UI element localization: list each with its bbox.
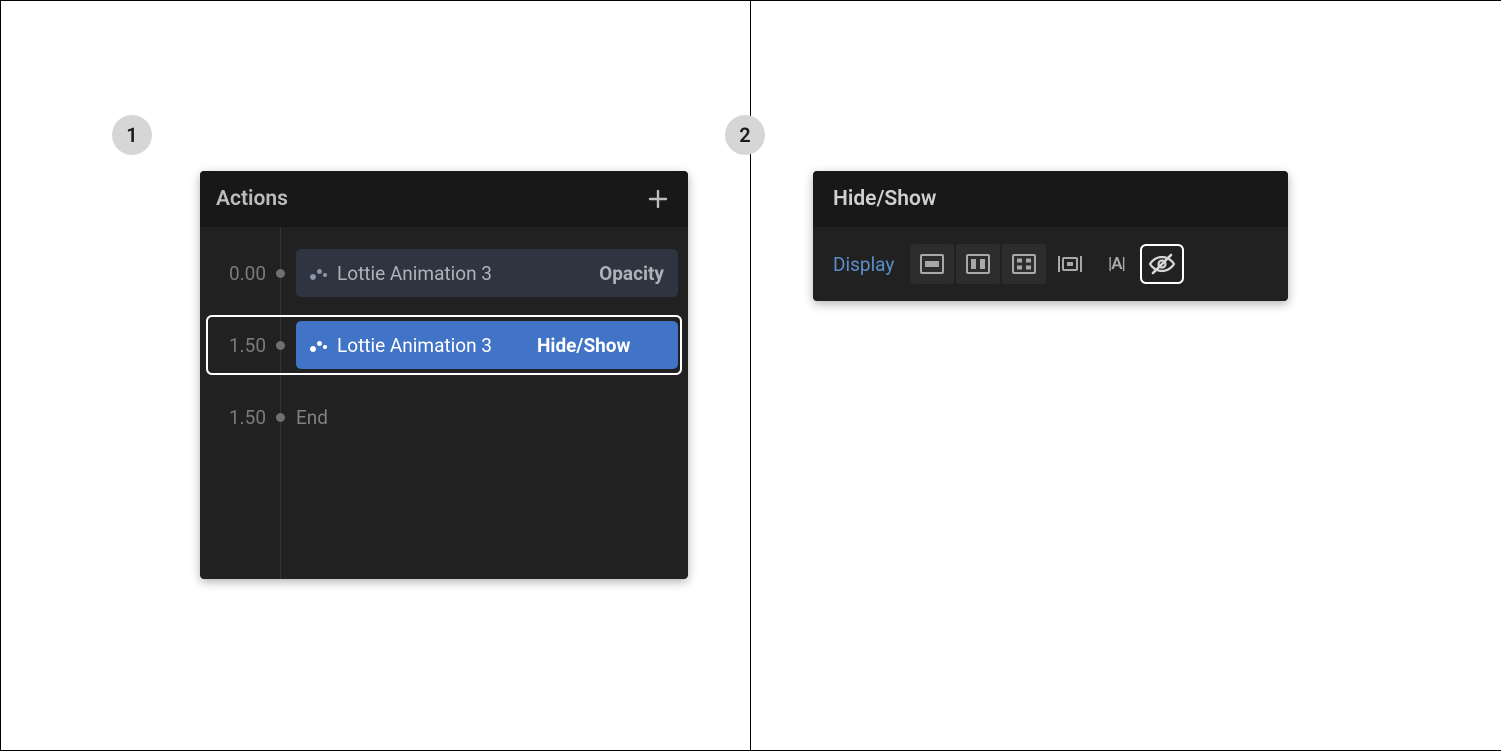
keyframe-dot[interactable] <box>276 341 285 350</box>
action-time: 1.50 <box>200 334 266 357</box>
inline-block-icon <box>1057 254 1083 274</box>
action-row[interactable]: 0.00 Lottie Animation 3 Opacity <box>200 237 688 309</box>
display-option-none[interactable] <box>1140 244 1184 284</box>
actions-panel-header: Actions <box>200 171 688 227</box>
action-target-name: Lottie Animation 3 <box>337 262 589 285</box>
lottie-icon <box>310 342 327 348</box>
display-options: |A| <box>910 244 1184 284</box>
hide-show-panel: Hide/Show Display <box>813 171 1288 301</box>
display-option-block[interactable] <box>910 244 954 284</box>
timeline-end-label: End <box>296 406 328 429</box>
eye-off-icon <box>1148 253 1176 275</box>
actions-timeline: 0.00 Lottie Animation 3 Opacity 1.50 <box>200 227 688 453</box>
action-time: 0.00 <box>200 262 266 285</box>
grid-icon <box>1012 254 1036 274</box>
actions-panel-title: Actions <box>216 187 644 211</box>
action-target-name: Lottie Animation 3 <box>337 334 527 357</box>
action-property: Opacity <box>599 262 664 285</box>
action-pill[interactable]: Lottie Animation 3 Hide/Show <box>296 321 678 369</box>
display-option-flex[interactable] <box>956 244 1000 284</box>
block-icon <box>920 254 944 274</box>
flex-icon <box>966 254 990 274</box>
step-badge-1: 1 <box>112 115 152 155</box>
keyframe-dot[interactable] <box>276 269 285 278</box>
step-badge-2: 2 <box>725 115 765 155</box>
add-action-button[interactable] <box>644 185 672 213</box>
lottie-icon <box>310 270 327 276</box>
action-end-row: 1.50 End <box>200 381 688 453</box>
display-option-inline-block[interactable] <box>1048 244 1092 284</box>
action-pill[interactable]: Lottie Animation 3 Opacity <box>296 249 678 297</box>
display-property-label[interactable]: Display <box>833 253 894 276</box>
display-option-inline[interactable]: |A| <box>1094 244 1138 284</box>
action-row-selected[interactable]: 1.50 Lottie Animation 3 Hide/Show <box>200 309 688 381</box>
hide-show-panel-header: Hide/Show <box>813 171 1288 227</box>
action-time: 1.50 <box>200 406 266 429</box>
keyframe-dot[interactable] <box>276 413 285 422</box>
action-property: Hide/Show <box>537 334 630 357</box>
display-option-grid[interactable] <box>1002 244 1046 284</box>
actions-panel: Actions 0.00 Lottie Animation 3 Opacity <box>200 171 688 579</box>
plus-icon <box>647 188 669 210</box>
hide-show-panel-title: Hide/Show <box>833 187 936 211</box>
hide-show-panel-body: Display <box>813 227 1288 301</box>
